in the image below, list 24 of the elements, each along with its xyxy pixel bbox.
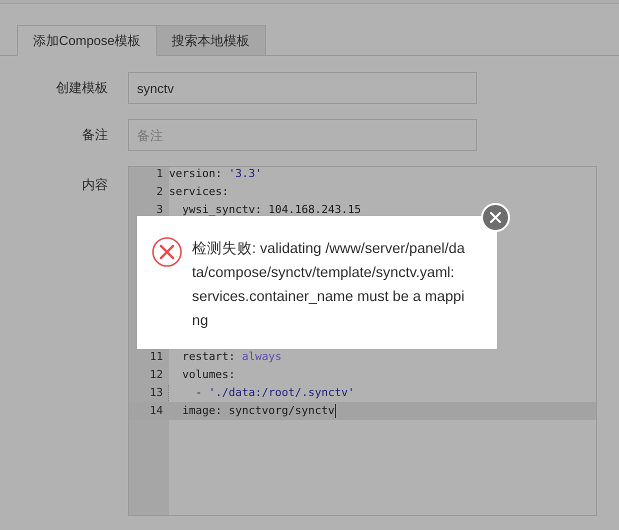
line-number: 14	[148, 402, 163, 419]
error-message: 检测失败: validating /www/server/panel/da ta/compose/synctv/template/synctv.yaml: services.container_name must be a mappi ng	[192, 240, 465, 331]
error-icon	[151, 236, 183, 268]
tab[interactable]: 搜索本地模板	[156, 25, 266, 56]
code-line: image: synctvorg/synctv	[181, 402, 336, 420]
close-icon	[490, 212, 501, 223]
line-number: 12	[148, 366, 163, 383]
code-line: - './data:/root/.synctv'	[168, 384, 354, 402]
field-label: 内容	[81, 176, 108, 194]
field-label: 创建模板	[55, 79, 108, 98]
code-line: restart: always	[181, 348, 282, 365]
code-line: services:	[169, 184, 229, 200]
input-field[interactable]: synctv	[128, 72, 477, 104]
code-line: volumes:	[181, 366, 236, 383]
input-field[interactable]: 备注	[128, 119, 477, 151]
line-number: 11	[148, 348, 163, 365]
line-number: 3	[155, 202, 163, 218]
line-number: 2	[155, 184, 163, 200]
tab[interactable]: 添加Compose模板	[17, 25, 157, 56]
field-label: 备注	[81, 126, 108, 144]
line-number: 13	[148, 384, 163, 401]
line-number: 1	[155, 167, 163, 182]
code-line: ywsi_synctv: 104.168.243.15	[181, 202, 362, 218]
code-line: version: '3.3'	[169, 167, 262, 182]
